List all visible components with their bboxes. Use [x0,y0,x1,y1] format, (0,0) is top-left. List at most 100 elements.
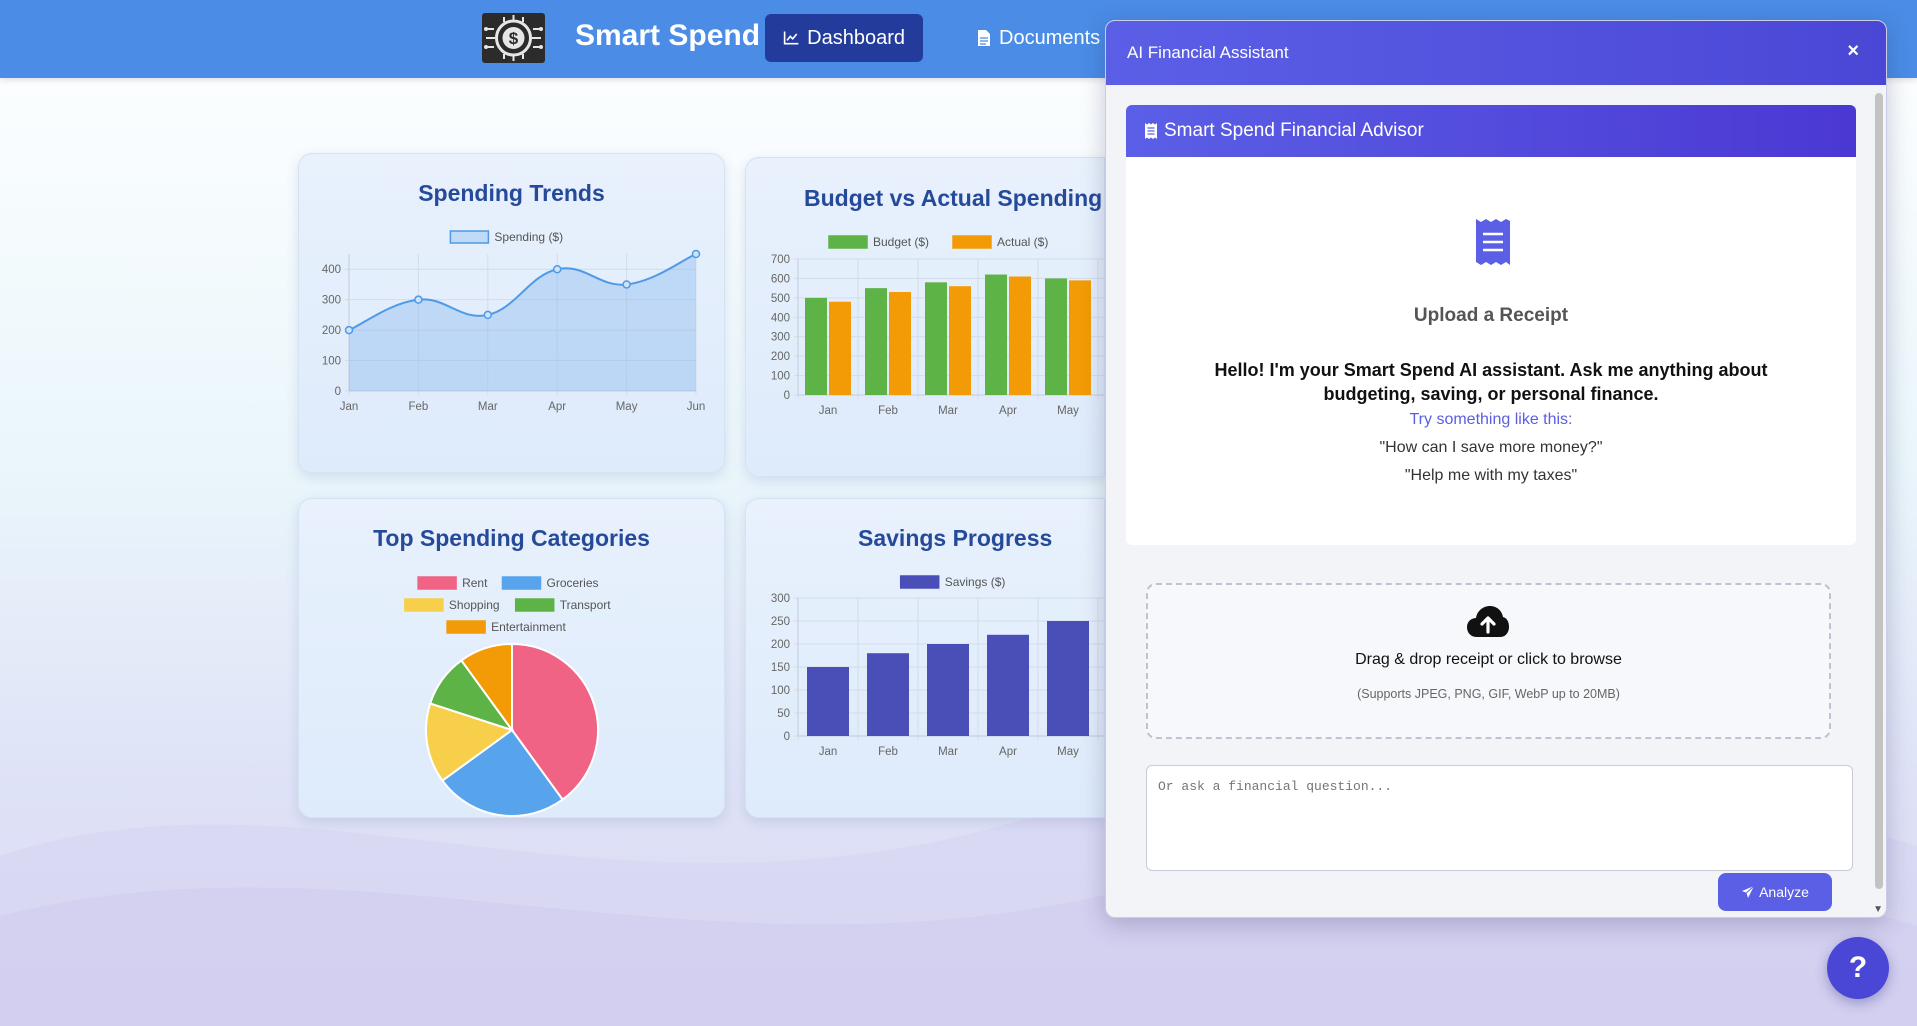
x-tick-label: Apr [548,401,566,413]
bar [927,644,969,736]
x-tick-label: Jan [340,401,359,413]
bar [867,653,909,736]
y-tick-label: 300 [771,593,790,605]
advisor-title: Smart Spend Financial Advisor [1164,120,1424,141]
legend-swatch [449,230,490,244]
example-prompt[interactable]: "How can I save more money?" [1126,439,1856,457]
bar [987,634,1029,736]
x-tick-label: Jun [687,401,706,413]
x-tick-label: May [1057,746,1079,758]
y-tick-label: 100 [771,371,790,383]
upload-receipt-label[interactable]: Upload a Receipt [1126,305,1856,327]
y-tick-label: 300 [322,295,341,307]
bar [925,282,947,395]
y-tick-label: 50 [777,708,790,720]
data-point [414,295,423,304]
cloud-upload-icon [1467,606,1509,637]
bar [1047,621,1089,736]
question-input[interactable] [1146,765,1853,871]
chat-header[interactable]: AI Financial Assistant × [1106,21,1886,85]
try-prompt-label: Try something like this: [1409,411,1573,428]
x-tick-label: Apr [999,746,1017,758]
help-button[interactable]: ? [1827,937,1889,999]
x-tick-label: Mar [938,746,958,758]
svg-text:$: $ [509,29,519,48]
receipt-icon [1476,219,1510,265]
nav-documents[interactable]: Documents [965,14,1112,62]
y-tick-label: 0 [335,386,341,398]
scroll-down-icon[interactable]: ▼ [1873,904,1883,915]
example-prompt[interactable]: "Help me with my taxes" [1126,467,1856,485]
area-fill [349,254,696,391]
y-tick-label: 200 [771,639,790,651]
bar [1009,276,1031,395]
y-tick-label: 400 [771,312,790,324]
x-tick-label: Mar [478,401,498,413]
ai-assistant-panel: AI Financial Assistant × ▼ Smart Spend F… [1105,20,1887,918]
legend-swatch [514,598,555,612]
spending-trends-card: Spending Trends Spending ($) 0 100 200 300 40… [298,153,725,473]
data-point [552,264,562,274]
analyze-label: Analyze [1759,884,1809,900]
x-tick-label: Feb [408,401,428,413]
y-tick-label: 200 [771,351,790,363]
y-tick-label: 200 [322,325,341,337]
y-tick-label: 250 [771,616,790,628]
analyze-button[interactable]: Analyze [1718,873,1832,911]
paper-plane-icon [1742,885,1755,898]
data-point [483,310,493,320]
x-tick-label: Jan [819,746,838,758]
legend-label: Entertainment [491,620,566,634]
brand-logo[interactable]: $ [482,13,545,63]
document-icon [978,30,990,46]
legend-swatch [404,598,444,612]
data-point [622,280,631,289]
y-tick-label: 0 [784,390,790,402]
legend-label: Spending ($) [494,230,563,244]
legend-label: Shopping [449,598,500,612]
dollar-circuit-icon: $ [484,15,543,61]
y-tick-label: 600 [771,273,790,285]
budget-vs-actual-chart: Budget ($) Actual ($) 0 100 200 300 400 500 600 7… [771,235,1104,417]
x-tick-label: Feb [878,405,898,417]
advisor-box: Smart Spend Financial Advisor Upload a R… [1126,105,1856,545]
legend-label: Actual ($) [997,235,1048,249]
legend-swatch [952,235,992,249]
x-tick-label: Feb [878,746,898,758]
nav-documents-label: Documents [999,26,1101,49]
receipt-icon [1145,123,1157,139]
legend-label: Transport [560,598,612,612]
budget-vs-actual-card: Budget vs Actual Spending Budget ($) Actu… [745,157,1105,477]
brand-name[interactable]: Smart Spend [575,19,760,53]
data-point [344,325,354,335]
chat-scrollbar[interactable] [1875,93,1883,889]
bar [865,288,887,395]
x-tick-label: May [1057,405,1079,417]
legend-label: Rent [462,576,488,590]
dropzone-supported-formats: (Supports JPEG, PNG, GIF, WebP up to 20M… [1357,687,1620,701]
y-tick-label: 100 [322,356,341,368]
y-tick-label: 150 [771,662,790,674]
receipt-dropzone[interactable]: Drag & drop receipt or click to browse (… [1146,583,1831,739]
x-tick-label: Jan [819,405,838,417]
x-tick-label: Apr [999,405,1017,417]
spending-trends-chart: Spending ($) 0 100 200 300 400 Jan Feb Mar Apr May… [322,230,706,413]
legend-swatch [446,620,486,634]
nav-dashboard[interactable]: Dashboard [765,14,923,62]
legend-label: Budget ($) [873,235,929,249]
bar [829,301,851,395]
top-categories-card: Top Spending Categories Rent Groceries Sho… [298,498,725,818]
line-chart-icon [783,31,799,45]
bar [889,292,911,395]
close-icon[interactable]: × [1847,40,1859,63]
savings-progress-chart: Savings ($) 0 50 100 150 200 250 300 Jan Feb Mar Ap… [771,575,1104,758]
x-tick-label: Mar [938,405,958,417]
dropzone-text: Drag & drop receipt or click to browse [1355,651,1622,668]
legend-label: Savings ($) [945,575,1006,589]
bar [1045,278,1067,395]
legend-label: Groceries [547,576,599,590]
bar [807,667,849,736]
y-tick-label: 700 [771,254,790,266]
advisor-header: Smart Spend Financial Advisor [1126,105,1856,157]
top-categories-chart: Rent Groceries Shopping Transport Entertainm… [404,576,612,817]
